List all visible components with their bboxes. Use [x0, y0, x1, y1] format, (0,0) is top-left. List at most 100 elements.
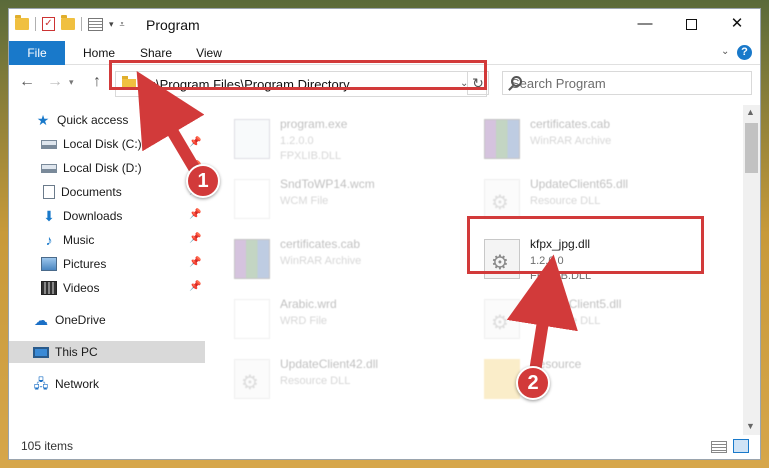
title-bar: ✓ ▾ ⩡ Program — ✕	[9, 9, 760, 41]
file-name: Arabic.wrd	[280, 297, 337, 311]
dll-icon	[234, 359, 270, 399]
rar-icon	[484, 119, 520, 159]
list-item[interactable]: certificates.cab WinRAR Archive	[226, 235, 466, 293]
sidebar-item-label: Local Disk (D:)	[63, 161, 142, 175]
file-type: WCM File	[280, 195, 329, 207]
file-name: certificates.cab	[530, 117, 611, 131]
list-item[interactable]: SndToWP14.wcm WCM File	[226, 175, 466, 233]
sidebar-item-pictures[interactable]: Pictures 📌	[9, 253, 205, 275]
minimize-button[interactable]: —	[622, 9, 668, 39]
drive-icon	[41, 163, 57, 173]
list-item[interactable]: Arabic.wrd WRD File	[226, 295, 466, 353]
pin-icon: 📌	[189, 281, 202, 292]
sidebar-item-videos[interactable]: Videos 📌	[9, 277, 205, 299]
properties-icon[interactable]	[88, 17, 103, 31]
file-version: 1.2.0.0	[280, 135, 314, 147]
new-folder-icon[interactable]	[61, 15, 75, 30]
pin-icon: 📌	[189, 209, 202, 220]
file-highlight-box	[467, 216, 704, 274]
address-highlight-box	[109, 60, 487, 90]
up-button[interactable]: ↑	[93, 73, 101, 91]
search-input[interactable]: Search Program	[502, 71, 752, 95]
exe-icon	[234, 119, 270, 159]
sidebar-item-label: Local Disk (C:)	[63, 137, 142, 151]
music-icon: ♪	[45, 232, 53, 248]
documents-icon	[43, 185, 55, 199]
file-type: Resource DLL	[530, 195, 601, 207]
list-item[interactable]: Resource	[476, 355, 716, 413]
videos-icon	[41, 281, 57, 295]
sidebar-item-label: Videos	[63, 281, 100, 295]
file-type: Resource DLL	[530, 315, 601, 327]
pin-icon: 📌	[189, 257, 202, 268]
properties-check-icon[interactable]: ✓	[42, 17, 55, 31]
file-name: UpdateClient42.dll	[280, 357, 379, 371]
sidebar-item-music[interactable]: ♪ Music 📌	[9, 229, 205, 251]
sidebar-item-onedrive[interactable]: ☁ OneDrive	[9, 309, 205, 331]
folder-icon	[15, 15, 29, 30]
download-icon: ⬇	[43, 208, 55, 224]
chevron-down-icon[interactable]: ▾	[109, 19, 114, 30]
blank-file-icon	[234, 299, 270, 339]
folder-icon	[484, 359, 520, 399]
large-icons-view-icon[interactable]	[733, 439, 749, 453]
file-name: UpdateClient65.dll	[530, 177, 629, 191]
sidebar-item-local-disk-c[interactable]: Local Disk (C:) 📌	[9, 133, 205, 155]
search-icon	[511, 76, 522, 87]
sidebar-item-local-disk-d[interactable]: Local Disk (D:) 📌	[9, 157, 205, 179]
star-icon: ★	[36, 112, 50, 128]
pc-icon	[33, 346, 49, 358]
sidebar-item-this-pc[interactable]: This PC	[9, 341, 205, 363]
sidebar-item-label: OneDrive	[55, 313, 106, 327]
navigation-pane: ★ Quick access Local Disk (C:) 📌 Local D…	[9, 105, 205, 435]
file-type: WinRAR Archive	[530, 135, 612, 147]
sidebar-item-label: This PC	[55, 345, 98, 359]
back-button[interactable]: ←	[19, 73, 35, 91]
sidebar-item-label: Pictures	[63, 257, 107, 271]
help-icon[interactable]: ?	[737, 45, 752, 60]
list-item[interactable]: UpdateClient5.dll Resource DLL	[476, 295, 716, 353]
list-item[interactable]: certificates.cab WinRAR Archive	[476, 115, 716, 173]
forward-button[interactable]: →	[47, 73, 63, 91]
recent-locations-button[interactable]: ▾	[69, 77, 74, 88]
scroll-down-icon[interactable]: ▼	[746, 421, 755, 431]
file-type: Resource DLL	[280, 375, 351, 387]
step-2-badge: 2	[516, 366, 550, 400]
sidebar-item-network[interactable]: 🖧 Network	[9, 373, 205, 395]
sidebar-item-label: Network	[55, 377, 100, 391]
sidebar-item-label: Documents	[61, 185, 122, 199]
pictures-icon	[41, 257, 57, 271]
expand-ribbon-icon[interactable]: ⌄	[721, 46, 729, 57]
drive-icon	[41, 139, 57, 149]
maximize-icon	[685, 18, 697, 30]
dll-icon	[484, 299, 520, 339]
sidebar-item-label: Downloads	[63, 209, 123, 223]
blank-file-icon	[234, 179, 270, 219]
status-bar: 105 items	[9, 435, 760, 459]
file-type: WinRAR Archive	[280, 255, 362, 267]
tab-file[interactable]: File	[9, 41, 65, 65]
sidebar-item-label: Quick access	[57, 113, 129, 127]
dll-icon	[484, 179, 520, 219]
scroll-thumb[interactable]	[745, 123, 758, 173]
close-button[interactable]: ✕	[714, 9, 760, 39]
list-item[interactable]: UpdateClient42.dll Resource DLL	[226, 355, 466, 413]
vertical-scrollbar[interactable]: ▲ ▼	[743, 105, 760, 435]
customize-toolbar-icon[interactable]: ⩡	[120, 19, 125, 30]
list-item[interactable]: program.exe 1.2.0.0 FPXLIB.DLL	[226, 115, 466, 173]
network-icon: 🖧	[33, 376, 49, 391]
search-placeholder: Search Program	[511, 76, 606, 91]
file-name: certificates.cab	[280, 237, 361, 251]
rar-icon	[234, 239, 270, 279]
scroll-up-icon[interactable]: ▲	[746, 107, 755, 117]
maximize-button[interactable]	[668, 9, 714, 39]
file-name: UpdateClient5.dll	[530, 297, 622, 311]
sidebar-item-downloads[interactable]: ⬇ Downloads 📌	[9, 205, 205, 227]
details-view-icon[interactable]	[711, 441, 727, 453]
file-name: SndToWP14.wcm	[280, 177, 375, 191]
divider	[81, 17, 82, 31]
sidebar-item-documents[interactable]: Documents 📌	[9, 181, 205, 203]
file-type: WRD File	[280, 315, 328, 327]
sidebar-item-quick-access[interactable]: ★ Quick access	[9, 109, 205, 131]
item-count: 105 items	[21, 439, 74, 453]
